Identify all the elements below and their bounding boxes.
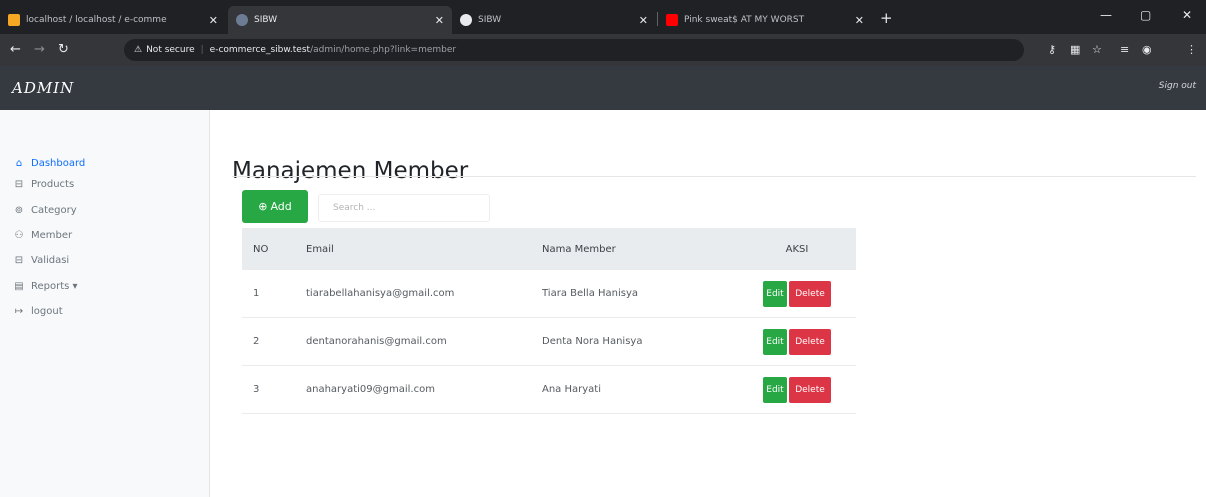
menu-kebab-icon[interactable]: ⋮ [1186, 43, 1197, 56]
row-no: 3 [253, 384, 260, 395]
row-email: anaharyati09@gmail.com [306, 384, 435, 395]
close-tab-icon[interactable]: ✕ [209, 14, 218, 27]
sidebar-item-label: Member [31, 229, 73, 241]
edit-button[interactable]: Edit [763, 328, 787, 355]
sidebar-item-validasi[interactable]: ⊟ Validasi [12, 250, 69, 270]
browser-tab[interactable]: Pink sweat$ AT MY WORST ✕ [658, 6, 872, 34]
delete-button[interactable]: Delete [789, 376, 831, 403]
sidebar-item-label: Validasi [31, 254, 70, 266]
app-navbar: ADMIN Sign out [0, 66, 1206, 110]
row-email: dentanorahanis@gmail.com [306, 336, 447, 347]
sidebar-item-label: Products [31, 178, 75, 190]
add-button-label: Add [270, 200, 292, 213]
close-window-icon[interactable]: ✕ [1182, 8, 1192, 22]
star-icon[interactable]: ☆ [1092, 43, 1102, 56]
close-tab-icon[interactable]: ✕ [639, 14, 648, 27]
warning-icon: ⚠ [134, 45, 143, 55]
row-nama: Denta Nora Hanisya [542, 336, 643, 347]
row-no: 1 [253, 288, 260, 299]
reload-icon[interactable]: ↻ [58, 42, 69, 57]
plus-circle-icon: ⊕ [258, 200, 268, 213]
edit-button[interactable]: Edit [763, 280, 787, 307]
delete-button[interactable]: Delete [789, 280, 831, 307]
phpmyadmin-icon [8, 14, 20, 26]
sidebar-item-label: Category [31, 204, 77, 216]
file-icon: ▤ [14, 280, 24, 292]
title-divider [232, 176, 1196, 177]
sidebar-item-dashboard[interactable]: ⌂ Dashboard [12, 153, 85, 173]
row-email: tiarabellahanisya@gmail.com [306, 288, 455, 299]
check-cart-icon: ⊟ [14, 254, 24, 266]
forward-icon[interactable]: → [34, 42, 45, 57]
sidebar-item-products[interactable]: ⊟ Products [12, 174, 74, 194]
signout-link[interactable]: Sign out [1159, 81, 1196, 91]
page-title: Manajemen Member [232, 158, 469, 184]
loading-icon [236, 14, 248, 26]
brand-logo[interactable]: ADMIN [12, 79, 74, 97]
table-row: 2 dentanorahanis@gmail.com Denta Nora Ha… [242, 318, 856, 366]
row-nama: Ana Haryati [542, 384, 601, 395]
sidebar-item-reports[interactable]: ▤ Reports ▾ [12, 276, 78, 296]
extension-icon[interactable]: ▦ [1070, 43, 1080, 56]
minimize-icon[interactable]: — [1100, 8, 1112, 22]
key-icon[interactable]: ⚷ [1048, 43, 1056, 56]
sidebar: ⌂ Dashboard ⊟ Products ⊚ Category ⚇ Memb… [0, 110, 210, 497]
browser-tab-active[interactable]: SIBW ✕ [228, 6, 452, 34]
row-actions: Edit Delete [738, 318, 856, 365]
search-input[interactable] [318, 194, 490, 222]
address-bar[interactable]: ⚠ Not secure | e-commerce_sibw.test /adm… [124, 39, 1024, 61]
add-member-button[interactable]: ⊕ Add [242, 190, 308, 223]
globe-icon [460, 14, 472, 26]
table-header: NO Email Nama Member AKSI [242, 228, 856, 270]
header-nama-member: Nama Member [542, 243, 616, 255]
home-icon: ⌂ [15, 157, 23, 169]
sidebar-item-member[interactable]: ⚇ Member [12, 225, 73, 245]
member-table: NO Email Nama Member AKSI 1 tiarabellaha… [242, 228, 856, 414]
browser-tab-strip: localhost / localhost / e-comme ✕ SIBW ✕… [0, 0, 1206, 34]
delete-button[interactable]: Delete [789, 328, 831, 355]
sidebar-item-label: Dashboard [31, 157, 86, 169]
row-actions: Edit Delete [738, 270, 856, 317]
close-tab-icon[interactable]: ✕ [435, 14, 444, 27]
category-icon: ⊚ [14, 204, 24, 216]
row-nama: Tiara Bella Hanisya [542, 288, 639, 299]
cart-icon: ⊟ [14, 178, 24, 190]
address-separator: | [200, 45, 204, 55]
browser-tab[interactable]: localhost / localhost / e-comme ✕ [0, 6, 226, 34]
profile-avatar-icon[interactable]: ◉ [1142, 43, 1152, 56]
playlist-icon[interactable]: ≡ [1120, 43, 1129, 56]
row-actions: Edit Delete [738, 366, 856, 413]
youtube-icon [666, 14, 678, 26]
header-email: Email [306, 243, 334, 255]
edit-button[interactable]: Edit [763, 376, 787, 403]
sidebar-item-label: Reports ▾ [31, 280, 78, 292]
back-icon[interactable]: ← [10, 42, 21, 57]
sidebar-item-category[interactable]: ⊚ Category [12, 200, 77, 220]
logout-icon: ↦ [14, 305, 24, 317]
users-icon: ⚇ [14, 229, 24, 241]
browser-tab[interactable]: SIBW ✕ [452, 6, 656, 34]
header-no: NO [253, 243, 269, 255]
new-tab-icon[interactable]: + [880, 9, 893, 27]
table-row: 1 tiarabellahanisya@gmail.com Tiara Bell… [242, 270, 856, 318]
maximize-icon[interactable]: ▢ [1140, 8, 1151, 22]
header-aksi: AKSI [785, 243, 809, 255]
browser-toolbar: ← → ↻ ⚠ Not secure | e-commerce_sibw.tes… [0, 34, 1206, 66]
close-tab-icon[interactable]: ✕ [855, 14, 864, 27]
row-no: 2 [253, 336, 260, 347]
sidebar-item-label: logout [31, 305, 63, 317]
table-row: 3 anaharyati09@gmail.com Ana Haryati Edi… [242, 366, 856, 414]
sidebar-item-logout[interactable]: ↦ logout [12, 301, 63, 321]
